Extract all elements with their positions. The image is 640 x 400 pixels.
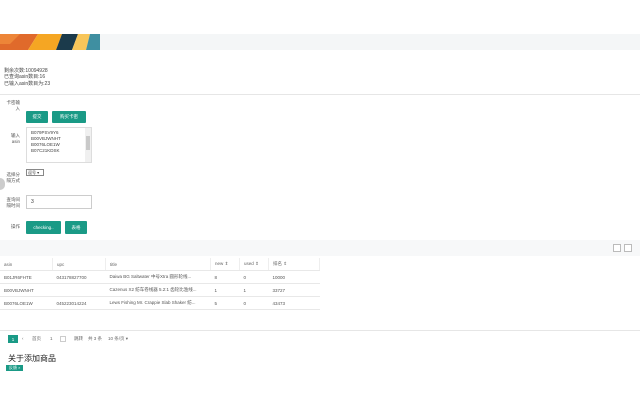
header-upc[interactable]: upc — [52, 258, 106, 271]
header-used[interactable]: used ⇕ — [239, 258, 269, 271]
pager-prev-icon[interactable]: ‹ — [22, 336, 24, 341]
buy-card-button[interactable]: 购买卡密 — [52, 111, 86, 123]
divider — [0, 94, 640, 95]
pager-goto-input[interactable] — [60, 336, 66, 342]
action-label: 操作 — [11, 224, 20, 229]
separator-select[interactable]: 逗号 ▾ — [26, 169, 44, 176]
export-icon[interactable] — [624, 244, 632, 252]
chevron-down-icon: ▾ — [36, 170, 40, 175]
table-button[interactable]: 表格 — [65, 221, 87, 234]
chevron-down-icon: ▾ — [125, 336, 129, 341]
queried-count: 已查询asin数目:16 — [4, 74, 46, 80]
pager-current-page[interactable]: 1 — [8, 335, 18, 343]
scrollbar-thumb[interactable] — [86, 136, 90, 150]
asin-line: B00VBJWNHT — [31, 136, 61, 141]
columns-icon[interactable] — [613, 244, 621, 252]
header-rank-label: 排名 — [273, 261, 282, 266]
delay-label: 查询间隔时间 — [6, 197, 21, 208]
cell-asin: B0076LOE1W — [0, 296, 53, 310]
asin-line: B0076LOE1W — [31, 142, 60, 147]
header-rank[interactable]: 排名 ⇕ — [268, 258, 320, 271]
sort-icon: ⇕ — [283, 261, 288, 266]
pager-goto-button[interactable]: 跳转 — [74, 336, 83, 342]
cell-asin: B01JR6FHTE — [0, 270, 53, 284]
cell-rank: 33727 — [268, 283, 320, 297]
banner-background — [107, 34, 640, 50]
header-title[interactable]: title — [105, 258, 211, 271]
cell-rank: 10000 — [268, 270, 320, 284]
asin-label: 输入asin — [11, 133, 20, 144]
results-table: asin upc title new ⇕ used ⇕ 排名 ⇕ B01JR6F… — [0, 258, 320, 310]
delay-input[interactable]: 3 — [26, 195, 92, 209]
table-toolbar — [0, 240, 640, 256]
cell-upc — [52, 283, 106, 297]
header-new[interactable]: new ⇕ — [210, 258, 240, 271]
cell-asin: B00VBJWNHT — [0, 283, 53, 297]
checking-button[interactable]: checking.. — [26, 221, 61, 234]
feedback-tag[interactable]: 反馈 × — [6, 365, 24, 371]
sort-icon: ⇕ — [224, 261, 229, 266]
table-row[interactable]: B0076LOE1W 045223014224 Lews Fishing Mr.… — [0, 296, 320, 310]
cell-used: 1 — [239, 283, 269, 297]
cell-used: 0 — [239, 296, 269, 310]
asin-line: B079PSV9Y6 — [31, 130, 59, 135]
pager-total: 共 3 条 — [88, 336, 103, 341]
cell-title: Lews Fishing Mr. Crappie Slab Shaker 纺..… — [105, 296, 211, 310]
banner-logo — [0, 34, 107, 50]
table-row[interactable]: B00VBJWNHT Cazenus X2 纺车卷线器 5.2:1 齿轮比渔线.… — [0, 283, 320, 297]
cell-rank: 43473 — [268, 296, 320, 310]
cell-new: 8 — [210, 270, 240, 284]
pager-per-page-select[interactable]: 10 条/页 ▾ — [108, 336, 128, 342]
pager-page-number[interactable]: 1 — [50, 336, 53, 341]
cell-used: 0 — [239, 270, 269, 284]
submit-button[interactable]: 提交 — [26, 111, 48, 123]
section-title: 关于添加商品 — [8, 354, 56, 363]
feedback-tag-label: 反馈 — [9, 365, 17, 370]
header-asin[interactable]: asin — [0, 258, 53, 271]
table-header-row: asin upc title new ⇕ used ⇕ 排名 ⇕ — [0, 258, 320, 271]
divider — [0, 330, 640, 331]
close-icon[interactable]: × — [18, 365, 20, 370]
cell-new: 1 — [210, 283, 240, 297]
sort-label: 选择分隔方式 — [6, 172, 21, 183]
cell-upc: 045223014224 — [52, 296, 106, 310]
input-count: 已输入asin数目为:23 — [4, 81, 51, 87]
separator-value: 逗号 — [28, 170, 36, 175]
cell-title: Cazenus X2 纺车卷线器 5.2:1 齿轮比渔线... — [105, 283, 211, 297]
banner-graphic — [0, 34, 107, 50]
cell-title: Daiwa BG Saltwater 中号Xtra 圆形轮线... — [105, 270, 211, 284]
asin-line: B07C21KDSK — [31, 148, 60, 153]
cell-upc: 043178827700 — [52, 270, 106, 284]
header-new-label: new — [215, 261, 224, 266]
per-page-value: 10 条/页 — [108, 336, 125, 341]
cell-new: 5 — [210, 296, 240, 310]
pager-first[interactable]: 首页 — [32, 336, 41, 342]
textarea-scrollbar[interactable] — [85, 128, 91, 162]
asin-textarea[interactable]: B079PSV9Y6 B00VBJWNHT B0076LOE1W B07C21K… — [26, 127, 92, 163]
table-row[interactable]: B01JR6FHTE 043178827700 Daiwa BG Saltwat… — [0, 270, 320, 284]
header-used-label: used — [244, 261, 254, 266]
top-bar — [0, 0, 640, 34]
card-label: 卡密输入 — [6, 100, 21, 111]
sort-icon: ⇕ — [255, 261, 259, 266]
